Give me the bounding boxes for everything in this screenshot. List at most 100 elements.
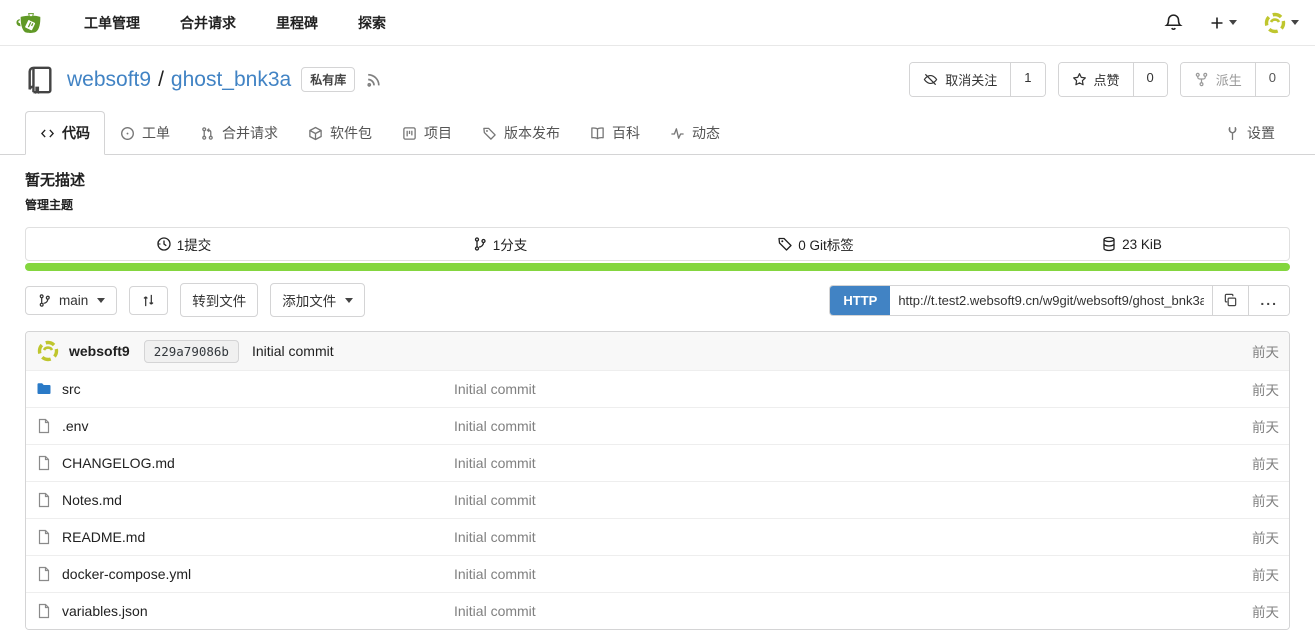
tab-code[interactable]: 代码 <box>25 111 105 155</box>
history-icon <box>156 236 172 252</box>
unwatch-label: 取消关注 <box>945 70 997 89</box>
add-file-dropdown[interactable]: 添加文件 <box>270 283 365 317</box>
pull-request-icon <box>200 126 215 141</box>
file-commit-message[interactable]: Initial commit <box>454 418 1252 434</box>
unwatch-button[interactable]: 取消关注 <box>910 63 1010 96</box>
user-avatar-menu[interactable] <box>1263 11 1299 35</box>
tab-pull-requests-label: 合并请求 <box>222 123 278 143</box>
file-link-src[interactable]: src <box>36 381 454 397</box>
folder-icon <box>36 381 52 397</box>
tab-packages[interactable]: 软件包 <box>293 111 387 155</box>
stat-commits[interactable]: 1提交 <box>26 228 341 260</box>
table-row: README.md Initial commit 前天 <box>26 518 1289 555</box>
compare-branches-button[interactable] <box>129 286 168 315</box>
repo-title-separator: / <box>158 68 164 92</box>
file-commit-date: 前天 <box>1252 453 1279 473</box>
eye-slash-icon <box>923 72 938 87</box>
file-link-env[interactable]: .env <box>36 418 454 434</box>
wrench-icon <box>1225 126 1240 141</box>
file-commit-date: 前天 <box>1252 527 1279 547</box>
commit-author-avatar[interactable] <box>36 339 60 363</box>
file-commit-date: 前天 <box>1252 490 1279 510</box>
file-commit-message[interactable]: Initial commit <box>454 529 1252 545</box>
file-name: CHANGELOG.md <box>62 455 175 471</box>
issue-icon <box>120 126 135 141</box>
tab-releases[interactable]: 版本发布 <box>467 111 575 155</box>
repo-description: 暂无描述 <box>25 169 1290 190</box>
table-row: src Initial commit 前天 <box>26 370 1289 407</box>
navbar-links: 工单管理 合并请求 里程碑 探索 <box>64 0 406 45</box>
stat-branches-label: 1分支 <box>493 234 528 254</box>
manage-topics-link[interactable]: 管理主题 <box>25 196 1290 213</box>
tab-packages-label: 软件包 <box>330 123 372 143</box>
file-icon <box>36 566 52 582</box>
stars-count[interactable]: 0 <box>1133 63 1167 96</box>
tab-code-label: 代码 <box>62 123 90 143</box>
nav-item-milestones[interactable]: 里程碑 <box>256 0 338 45</box>
star-button[interactable]: 点赞 <box>1059 63 1133 96</box>
add-file-label: 添加文件 <box>282 290 336 310</box>
tab-activity[interactable]: 动态 <box>655 111 735 155</box>
repository-icon <box>25 65 55 95</box>
commit-hash-badge[interactable]: 229a79086b <box>144 340 239 363</box>
table-row: .env Initial commit 前天 <box>26 407 1289 444</box>
nav-item-explore[interactable]: 探索 <box>338 0 406 45</box>
file-link-notes[interactable]: Notes.md <box>36 492 454 508</box>
tab-pull-requests[interactable]: 合并请求 <box>185 111 293 155</box>
forks-count[interactable]: 0 <box>1255 63 1289 96</box>
watchers-count[interactable]: 1 <box>1010 63 1044 96</box>
code-icon <box>40 126 55 141</box>
file-commit-message[interactable]: Initial commit <box>454 455 1252 471</box>
tab-wiki[interactable]: 百科 <box>575 111 655 155</box>
notifications-bell-icon[interactable] <box>1164 13 1183 32</box>
rss-feed-icon[interactable] <box>365 71 382 88</box>
file-link-variables[interactable]: variables.json <box>36 603 454 619</box>
file-commit-message[interactable]: Initial commit <box>454 603 1252 619</box>
copy-url-button[interactable] <box>1212 286 1248 315</box>
stat-tags[interactable]: 0 Git标签 <box>657 228 973 260</box>
file-name: docker-compose.yml <box>62 566 191 582</box>
repo-name-link[interactable]: ghost_bnk3a <box>171 68 291 92</box>
table-row: CHANGELOG.md Initial commit 前天 <box>26 444 1289 481</box>
table-row: variables.json Initial commit 前天 <box>26 592 1289 629</box>
repo-title: websoft9 / ghost_bnk3a <box>67 68 291 92</box>
tab-settings-label: 设置 <box>1247 123 1275 143</box>
more-options-button[interactable]: ... <box>1248 286 1289 315</box>
file-commit-message[interactable]: Initial commit <box>454 492 1252 508</box>
star-button-group: 点赞 0 <box>1058 62 1168 97</box>
file-commit-message[interactable]: Initial commit <box>454 381 1252 397</box>
tab-projects[interactable]: 项目 <box>387 111 467 155</box>
clone-http-button[interactable]: HTTP <box>830 286 890 315</box>
commit-message-link[interactable]: Initial commit <box>252 343 334 359</box>
file-icon <box>36 492 52 508</box>
table-row: docker-compose.yml Initial commit 前天 <box>26 555 1289 592</box>
compare-icon <box>141 293 156 308</box>
repo-owner-link[interactable]: websoft9 <box>67 68 151 92</box>
navbar-right <box>1164 11 1299 35</box>
file-commit-date: 前天 <box>1252 416 1279 436</box>
file-commit-message[interactable]: Initial commit <box>454 566 1252 582</box>
pulse-icon <box>670 126 685 141</box>
book-icon <box>590 126 605 141</box>
gitea-logo-icon[interactable] <box>16 8 46 38</box>
commit-author-name[interactable]: websoft9 <box>69 343 130 359</box>
branch-toolbar: main 转到文件 添加文件 HTTP ... <box>0 271 1315 327</box>
goto-file-button[interactable]: 转到文件 <box>180 283 258 317</box>
language-stats-bar[interactable] <box>25 263 1290 271</box>
file-link-readme[interactable]: README.md <box>36 529 454 545</box>
file-link-changelog[interactable]: CHANGELOG.md <box>36 455 454 471</box>
branch-selector-dropdown[interactable]: main <box>25 286 117 315</box>
stat-branches[interactable]: 1分支 <box>341 228 657 260</box>
file-link-docker-compose[interactable]: docker-compose.yml <box>36 566 454 582</box>
fork-button[interactable]: 派生 <box>1181 63 1255 96</box>
stat-size-label: 23 KiB <box>1122 237 1162 252</box>
tab-issues[interactable]: 工单 <box>105 111 185 155</box>
copy-icon <box>1223 293 1238 308</box>
nav-item-issues-dashboard[interactable]: 工单管理 <box>64 0 160 45</box>
clone-url-input[interactable] <box>890 286 1212 315</box>
create-new-dropdown[interactable] <box>1209 15 1237 31</box>
nav-item-pull-requests[interactable]: 合并请求 <box>160 0 256 45</box>
current-branch-label: main <box>59 293 88 308</box>
branch-icon <box>472 236 488 252</box>
tab-settings[interactable]: 设置 <box>1210 111 1290 155</box>
